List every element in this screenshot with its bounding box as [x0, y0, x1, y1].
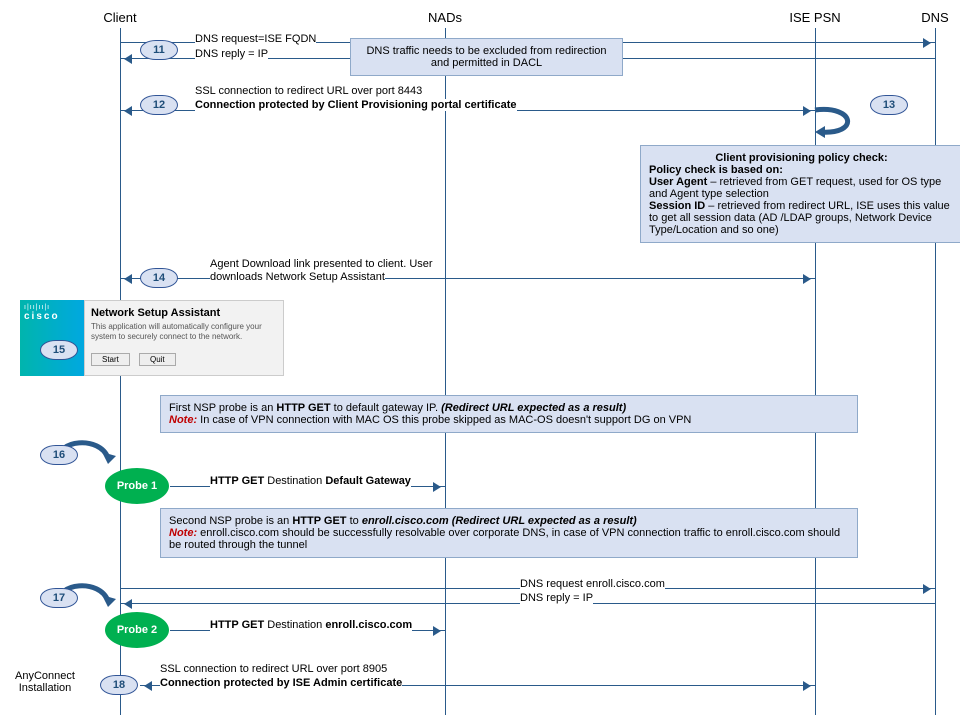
note-policy-l3: Session ID – retrieved from redirect URL…: [649, 200, 954, 236]
nsa-desc: This application will automatically conf…: [91, 322, 277, 341]
note-probe1: First NSP probe is an HTTP GET to defaul…: [160, 395, 858, 433]
note-probe2-l2: Note: enroll.cisco.com should be success…: [169, 527, 849, 551]
side-anyconnect: AnyConnect Installation: [10, 670, 80, 694]
msg-ssl-8443: SSL connection to redirect URL over port…: [195, 85, 422, 97]
probe-2: Probe 2: [105, 612, 169, 648]
step-14-badge: 14: [140, 268, 178, 288]
step-15-badge: 15: [40, 340, 78, 360]
actor-client: Client: [90, 10, 150, 25]
step-13-badge: 13: [870, 95, 908, 115]
lifeline-dns: [935, 28, 936, 715]
note-policy-l2: User Agent – retrieved from GET request,…: [649, 176, 954, 200]
cisco-text: cisco: [24, 311, 80, 322]
msg-agent-dl-2: downloads Network Setup Assistant: [210, 271, 385, 283]
step-11-badge: 11: [140, 40, 178, 60]
step-17-badge: 17: [40, 588, 78, 608]
msg-probe2: HTTP GET Destination enroll.cisco.com: [210, 619, 412, 631]
note-policy-l1: Policy check is based on:: [649, 164, 954, 176]
actor-dns: DNS: [910, 10, 960, 25]
msg-dns-request: DNS request=ISE FQDN: [195, 33, 316, 45]
msg-agent-dl-1: Agent Download link presented to client.…: [210, 258, 433, 270]
msg-dns-enroll-reply: DNS reply = IP: [520, 592, 593, 604]
step-18-badge: 18: [100, 675, 138, 695]
msg-ssl-cert: Connection protected by Client Provision…: [195, 99, 517, 111]
nsa-title: Network Setup Assistant: [91, 307, 277, 319]
actor-ise: ISE PSN: [780, 10, 850, 25]
msg-ssl-admin-cert: Connection protected by ISE Admin certif…: [160, 677, 402, 689]
probe-1: Probe 1: [105, 468, 169, 504]
note-probe1-l1: First NSP probe is an HTTP GET to defaul…: [169, 402, 849, 414]
nsa-start-button[interactable]: Start: [91, 353, 130, 366]
note-probe2-l1: Second NSP probe is an HTTP GET to enrol…: [169, 515, 849, 527]
actor-nads: NADs: [415, 10, 475, 25]
msg-dns-reply: DNS reply = IP: [195, 48, 268, 60]
step-12-badge: 12: [140, 95, 178, 115]
note-policy-title: Client provisioning policy check:: [649, 152, 954, 164]
note-policy-check: Client provisioning policy check: Policy…: [640, 145, 960, 243]
cisco-logo-box: ı|ıı|ıı|ı cisco: [20, 300, 84, 376]
note-probe1-l2: Note: In case of VPN connection with MAC…: [169, 414, 849, 426]
nsa-dialog: Network Setup Assistant This application…: [84, 300, 284, 376]
step-16-badge: 16: [40, 445, 78, 465]
lifeline-nads: [445, 28, 446, 715]
nsa-quit-button[interactable]: Quit: [139, 353, 176, 366]
note-probe2: Second NSP probe is an HTTP GET to enrol…: [160, 508, 858, 558]
msg-dns-enroll-req: DNS request enroll.cisco.com: [520, 578, 665, 590]
msg-probe1: HTTP GET Destination Default Gateway: [210, 475, 411, 487]
msg-ssl-8905: SSL connection to redirect URL over port…: [160, 663, 387, 675]
self-arrow-13: [815, 110, 865, 143]
note-dns-exclusion: DNS traffic needs to be excluded from re…: [350, 38, 623, 76]
